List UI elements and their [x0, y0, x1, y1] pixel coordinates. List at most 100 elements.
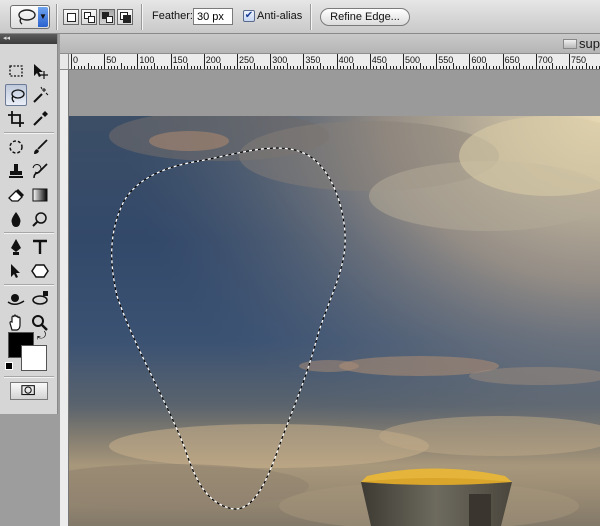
collapse-icon[interactable]: ◂◂	[3, 35, 10, 42]
type-tool[interactable]	[29, 236, 51, 258]
ruler-tick	[217, 66, 219, 69]
new-selection-button[interactable]	[63, 9, 79, 25]
blur-tool[interactable]	[5, 208, 27, 230]
history-brush-tool[interactable]	[29, 160, 51, 182]
magic-wand-tool[interactable]	[29, 84, 51, 106]
divider	[4, 132, 54, 134]
ruler-tick	[150, 66, 152, 69]
vertical-ruler[interactable]	[60, 70, 69, 526]
ruler-tick	[306, 66, 308, 69]
gradient-tool[interactable]	[29, 184, 51, 206]
3d-orbit-icon	[32, 291, 48, 305]
background-color-swatch[interactable]	[21, 345, 47, 371]
ruler-tick	[565, 66, 567, 69]
ruler-tick	[522, 66, 524, 69]
3d-rotate-tool[interactable]	[5, 288, 27, 310]
ruler-tick	[270, 54, 272, 69]
ruler-tick	[535, 54, 537, 69]
add-to-selection-button[interactable]	[81, 9, 97, 25]
subtract-from-selection-button[interactable]	[99, 9, 115, 25]
ruler-tick	[585, 63, 587, 69]
ruler-tick	[200, 66, 202, 69]
intersect-selection-button[interactable]	[117, 9, 133, 25]
hand-tool[interactable]	[5, 312, 27, 334]
3d-rotate-icon	[7, 294, 25, 305]
ruler-label: 300	[272, 55, 288, 65]
ruler-tick	[469, 54, 471, 69]
ruler-tick	[393, 66, 395, 69]
type-icon	[33, 239, 47, 254]
drop-icon	[11, 212, 21, 227]
magic-wand-icon	[33, 86, 49, 103]
dodge-icon	[32, 212, 47, 227]
swap-colors-icon[interactable]: ⤾	[37, 330, 46, 343]
sky-photo	[69, 116, 600, 526]
eyedropper-tool[interactable]	[29, 108, 51, 130]
path-selection-tool[interactable]	[5, 260, 27, 282]
ruler-tick	[144, 66, 146, 69]
ruler-tick	[373, 66, 375, 69]
ruler-tick	[207, 66, 209, 69]
ruler-tick	[117, 66, 119, 69]
ruler-tick	[422, 66, 424, 69]
ruler-tick	[250, 66, 252, 69]
ruler-tick	[134, 66, 136, 69]
arrow-icon	[11, 264, 20, 278]
ruler-label: 150	[172, 55, 188, 65]
dodge-tool[interactable]	[29, 208, 51, 230]
ruler-tick	[436, 54, 438, 69]
healing-brush-tool[interactable]	[5, 136, 27, 158]
antialias-checkbox[interactable]: ✔	[243, 10, 255, 22]
pen-icon	[11, 239, 21, 255]
crop-tool[interactable]	[5, 108, 27, 130]
clone-stamp-tool[interactable]	[5, 160, 27, 182]
ruler-tick	[263, 66, 265, 69]
ruler-tick	[452, 63, 454, 69]
ruler-tick	[170, 54, 172, 69]
ruler-tick	[303, 54, 305, 69]
lasso-tool[interactable]	[5, 84, 27, 106]
ruler-tick	[346, 66, 348, 69]
chevron-down-icon[interactable]: ▼	[38, 7, 48, 27]
marquee-tool[interactable]	[5, 60, 27, 82]
ruler-tick	[552, 63, 554, 69]
ruler-tick	[592, 66, 594, 69]
ruler-tick	[366, 66, 368, 69]
water-tower	[361, 468, 512, 526]
ruler-tick	[94, 66, 96, 69]
horizontal-ruler[interactable]: 0 50 100 150 200 250 300 350 400 450 500 550 600 650 7…	[69, 54, 600, 70]
3d-orbit-tool[interactable]	[29, 288, 51, 310]
shape-tool[interactable]	[29, 260, 51, 282]
ruler-tick	[160, 66, 162, 69]
brush-tool[interactable]	[29, 136, 51, 158]
ruler-tick	[293, 66, 295, 69]
ruler-tick	[439, 66, 441, 69]
feather-input[interactable]	[193, 8, 233, 25]
tool-preset-picker[interactable]: ▼	[10, 5, 50, 29]
ruler-tick	[310, 66, 312, 69]
tools-panel: ◂◂ ⤾	[0, 34, 58, 414]
photo-canvas[interactable]	[69, 116, 600, 526]
ruler-tick	[187, 63, 189, 69]
ruler-tick	[363, 66, 365, 69]
tools-panel-header[interactable]: ◂◂	[0, 34, 57, 44]
hexagon-icon	[31, 264, 49, 278]
ruler-tick	[197, 66, 199, 69]
ruler-tick	[432, 66, 434, 69]
quick-mask-button[interactable]	[10, 382, 48, 400]
ruler-tick	[595, 66, 597, 69]
ruler-tick	[273, 66, 275, 69]
ruler-tick	[349, 66, 351, 69]
ruler-tick	[369, 54, 371, 69]
refine-edge-button[interactable]: Refine Edge...	[320, 8, 410, 26]
ruler-tick	[429, 66, 431, 69]
ruler-tick	[569, 54, 570, 69]
eraser-tool[interactable]	[5, 184, 27, 206]
ruler-tick	[154, 63, 155, 69]
default-colors-icon[interactable]	[5, 362, 13, 370]
pen-tool[interactable]	[5, 236, 27, 258]
ruler-tick	[243, 66, 245, 69]
ruler-origin[interactable]	[60, 54, 69, 70]
move-tool[interactable]	[29, 60, 51, 82]
ruler-tick	[210, 66, 212, 69]
